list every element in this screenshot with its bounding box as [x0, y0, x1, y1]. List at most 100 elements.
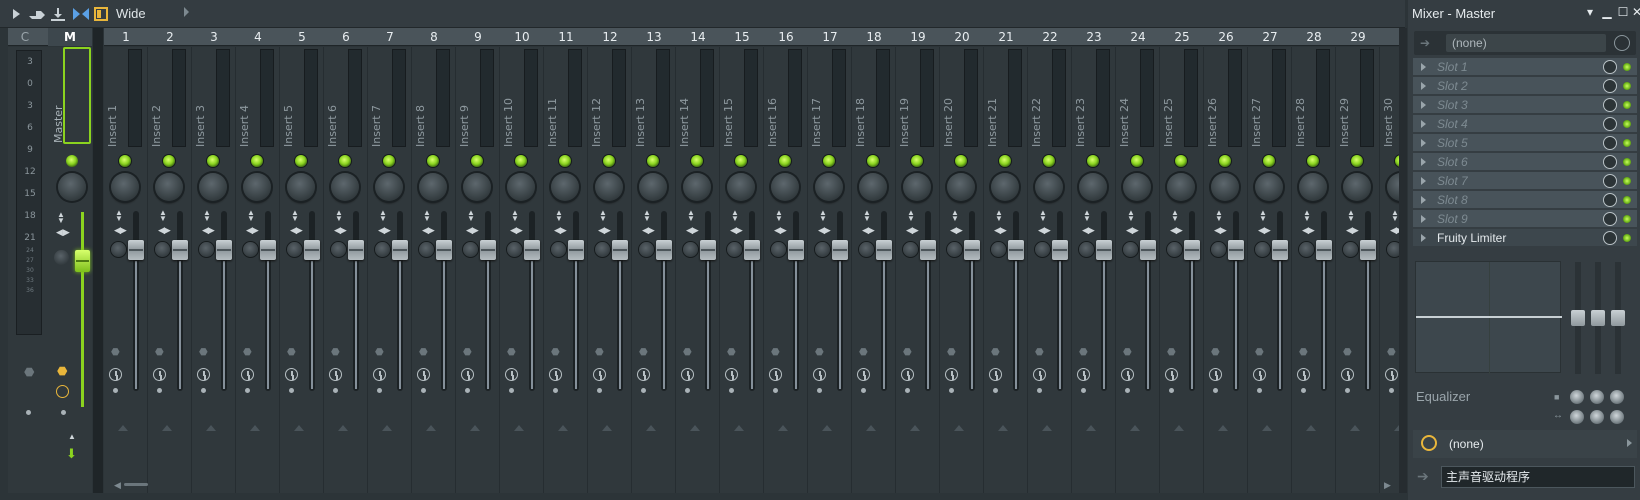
send-arrow-icon[interactable] [1218, 425, 1228, 431]
latency-clock-icon[interactable] [769, 368, 782, 381]
insert-pan-knob[interactable] [947, 173, 975, 201]
insert-enable-led[interactable] [1263, 155, 1275, 167]
effect-slot[interactable]: Slot 5 [1413, 134, 1637, 152]
insert-pan-knob[interactable] [595, 173, 623, 201]
insert-volume-knob[interactable] [375, 242, 390, 257]
insert-fader[interactable] [1184, 240, 1200, 260]
insert-pan-knob[interactable] [375, 173, 403, 201]
stereo-separation-icon[interactable]: ◀▶ [950, 225, 963, 236]
insert-enable-led[interactable] [955, 155, 967, 167]
vertical-scrollbar[interactable] [1399, 28, 1407, 493]
insert-enable-led[interactable] [427, 155, 439, 167]
send-arrow-icon[interactable] [1130, 425, 1140, 431]
insert-strip[interactable]: Insert 28 ▲ ▼ ◀▶ ⬣ [1292, 47, 1336, 493]
latency-clock-icon[interactable] [505, 368, 518, 381]
send-arrow-icon[interactable] [602, 425, 612, 431]
insert-volume-knob[interactable] [947, 242, 962, 257]
route-dot[interactable] [1301, 388, 1306, 393]
insert-strip[interactable]: Insert 17 ▲ ▼ ◀▶ ⬣ [808, 47, 852, 493]
stereo-separation-icon[interactable]: ◀▶ [246, 225, 259, 236]
route-dot[interactable] [465, 388, 470, 393]
insert-strip[interactable]: Insert 24 ▲ ▼ ◀▶ ⬣ [1116, 47, 1160, 493]
latency-clock-icon[interactable] [1077, 368, 1090, 381]
insert-name[interactable]: Insert 15 [722, 51, 735, 147]
stereo-separation-icon[interactable]: ◀▶ [1126, 225, 1139, 236]
insert-pan-knob[interactable] [1035, 173, 1063, 201]
eq-low-bw-knob[interactable] [1570, 410, 1584, 424]
master-stereo-icon[interactable]: ◀▶ [56, 227, 70, 238]
effect-slot[interactable]: Slot 1 [1413, 58, 1637, 76]
insert-name[interactable]: Insert 14 [678, 51, 691, 147]
insert-fader[interactable] [612, 240, 628, 260]
insert-fader[interactable] [744, 240, 760, 260]
lock-icon[interactable]: ⬣ [595, 347, 605, 359]
lock-icon[interactable]: ⬣ [1035, 347, 1045, 359]
insert-enable-led[interactable] [559, 155, 571, 167]
view-mode-label[interactable]: Wide [116, 6, 146, 21]
lock-icon[interactable]: ⬣ [551, 347, 561, 359]
insert-volume-knob[interactable] [199, 242, 214, 257]
slot-mix-knob[interactable] [1603, 60, 1617, 74]
insert-strip[interactable]: Insert 3 ▲ ▼ ◀▶ ⬣ [192, 47, 236, 493]
stepper-icon[interactable]: ▲ ▼ [1259, 209, 1267, 223]
stepper-icon[interactable]: ▲ ▼ [951, 209, 959, 223]
insert-pan-knob[interactable] [287, 173, 315, 201]
insert-name[interactable]: Insert 6 [326, 51, 339, 147]
stepper-icon[interactable]: ▲ ▼ [1215, 209, 1223, 223]
route-dot[interactable] [157, 388, 162, 393]
insert-fader[interactable] [304, 240, 320, 260]
insert-strip[interactable]: Insert 11 ▲ ▼ ◀▶ ⬣ [544, 47, 588, 493]
stereo-separation-icon[interactable]: ◀▶ [774, 225, 787, 236]
insert-enable-led[interactable] [911, 155, 923, 167]
insert-enable-led[interactable] [1087, 155, 1099, 167]
insert-name[interactable]: Insert 12 [590, 51, 603, 147]
insert-strip[interactable]: Insert 29 ▲ ▼ ◀▶ ⬣ [1336, 47, 1380, 493]
insert-fader[interactable] [392, 240, 408, 260]
insert-strip[interactable]: Insert 10 ▲ ▼ ◀▶ ⬣ [500, 47, 544, 493]
lock-icon[interactable]: ⬣ [1387, 347, 1397, 359]
insert-strip[interactable]: Insert 19 ▲ ▼ ◀▶ ⬣ [896, 47, 940, 493]
maximize-icon[interactable]: ☐ [1616, 5, 1630, 19]
insert-pan-knob[interactable] [1255, 173, 1283, 201]
insert-enable-led[interactable] [383, 155, 395, 167]
send-arrow-icon[interactable] [1174, 425, 1184, 431]
insert-fader[interactable] [1052, 240, 1068, 260]
stereo-separation-icon[interactable]: ◀▶ [114, 225, 127, 236]
send-arrow-icon[interactable] [1262, 425, 1272, 431]
effect-slot[interactable]: Slot 2 [1413, 77, 1637, 95]
insert-pan-knob[interactable] [1211, 173, 1239, 201]
send-arrow-icon[interactable] [162, 425, 172, 431]
latency-clock-icon[interactable] [197, 368, 210, 381]
route-dot[interactable] [641, 388, 646, 393]
route-dot[interactable] [289, 388, 294, 393]
stepper-icon[interactable]: ▲ ▼ [1347, 209, 1355, 223]
slot-enable-led[interactable] [1623, 63, 1631, 71]
send-arrow-icon[interactable] [338, 425, 348, 431]
effect-slot[interactable]: Slot 9 [1413, 210, 1637, 228]
insert-enable-led[interactable] [339, 155, 351, 167]
insert-pan-knob[interactable] [507, 173, 535, 201]
insert-fader[interactable] [1228, 240, 1244, 260]
latency-clock-icon[interactable] [637, 368, 650, 381]
slot-mix-knob[interactable] [1603, 79, 1617, 93]
insert-volume-knob[interactable] [1123, 242, 1138, 257]
link-icon[interactable] [72, 5, 90, 23]
preset-arrow-icon[interactable]: ➔ [1420, 36, 1430, 50]
insert-name[interactable]: Insert 30 [1382, 51, 1395, 147]
lock-icon[interactable]: ⬣ [771, 347, 781, 359]
insert-enable-led[interactable] [207, 155, 219, 167]
route-dot[interactable] [773, 388, 778, 393]
latency-clock-icon[interactable] [329, 368, 342, 381]
insert-strip[interactable]: Insert 30 ▲▼ ◀▶ ⬣ [1380, 47, 1399, 493]
insert-strip[interactable]: Insert 4 ▲ ▼ ◀▶ ⬣ [236, 47, 280, 493]
insert-name[interactable]: Insert 2 [150, 51, 163, 147]
lock-icon[interactable]: ⬣ [155, 347, 165, 359]
insert-volume-knob[interactable] [1035, 242, 1050, 257]
insert-fader[interactable] [348, 240, 364, 260]
route-dot[interactable] [1081, 388, 1086, 393]
insert-volume-knob[interactable] [1387, 242, 1399, 257]
route-dot[interactable] [993, 388, 998, 393]
insert-strip[interactable]: Insert 26 ▲ ▼ ◀▶ ⬣ [1204, 47, 1248, 493]
insert-volume-knob[interactable] [507, 242, 522, 257]
route-dot[interactable] [377, 388, 382, 393]
